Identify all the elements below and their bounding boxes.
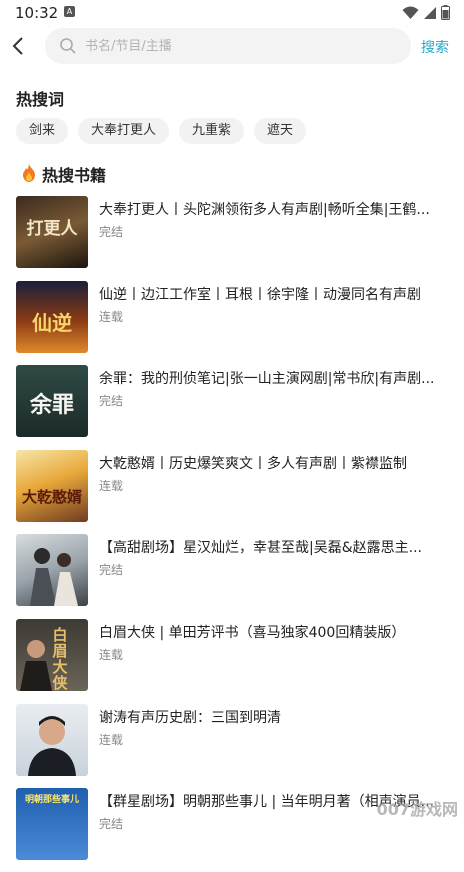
- list-item[interactable]: 白眉大侠 白眉大侠 | 单田芳评书（喜马独家400回精装版） 连载: [0, 619, 464, 703]
- book-cover: [16, 704, 88, 776]
- cover-portrait-icon: [28, 716, 76, 776]
- hot-word-chip[interactable]: 遮天: [254, 118, 307, 144]
- book-cover: 大乾憨婿: [16, 450, 88, 522]
- cover-figure-icon: [20, 640, 52, 691]
- list-item[interactable]: 仙逆 仙逆丨边江工作室丨耳根丨徐宇隆丨动漫同名有声剧 连载: [0, 281, 464, 365]
- cover-title: 余罪: [29, 392, 74, 418]
- status-time: 10:32: [15, 4, 59, 22]
- chevron-left-icon: [12, 37, 23, 55]
- status-bar: 10:32 A: [0, 0, 464, 26]
- search-icon: [60, 38, 76, 54]
- cover-title: 打更人: [26, 219, 78, 239]
- list-item[interactable]: 大乾憨婿 大乾憨婿丨历史爆笑爽文丨多人有声剧丨紫襟监制 连载: [0, 450, 464, 534]
- book-title: 大乾憨婿丨历史爆笑爽文丨多人有声剧丨紫襟监制: [99, 456, 407, 472]
- hot-words-list: 剑来 大奉打更人 九重紫 遮天: [16, 118, 307, 144]
- book-status: 连载: [99, 479, 124, 493]
- book-status: 完结: [99, 225, 124, 239]
- hot-words-title: 热搜词: [16, 90, 65, 109]
- book-title: 余罪：我的刑侦笔记|张一山主演网剧|常书欣|有声剧...: [99, 371, 435, 387]
- book-status: 完结: [99, 394, 124, 408]
- hot-word-chip[interactable]: 大奉打更人: [78, 118, 170, 144]
- hot-books-title: 热搜书籍: [42, 166, 107, 185]
- book-status: 连载: [99, 648, 124, 662]
- book-status: 完结: [99, 563, 124, 577]
- notification-icon: A: [64, 6, 75, 17]
- battery-icon: [441, 5, 450, 20]
- book-status: 连载: [99, 310, 124, 324]
- book-title: 仙逆丨边江工作室丨耳根丨徐宇隆丨动漫同名有声剧: [99, 287, 421, 303]
- flame-icon: [23, 164, 35, 182]
- list-item[interactable]: 余罪 余罪：我的刑侦笔记|张一山主演网剧|常书欣|有声剧... 完结: [0, 365, 464, 449]
- cover-figure-icon: [30, 548, 78, 606]
- book-title: 大奉打更人丨头陀渊领衔多人有声剧|畅听全集|王鹤...: [99, 202, 430, 218]
- book-cover: 打更人: [16, 196, 88, 268]
- status-icons: [402, 5, 450, 20]
- search-input[interactable]: [85, 28, 395, 64]
- search-button[interactable]: 搜索: [421, 37, 449, 57]
- search-bar[interactable]: [45, 28, 411, 64]
- cover-title: 仙逆: [32, 311, 72, 335]
- book-title: 谢涛有声历史剧：三国到明清: [99, 710, 281, 726]
- wifi-icon: [402, 6, 419, 19]
- back-button[interactable]: [8, 35, 30, 57]
- hot-word-chip[interactable]: 剑来: [16, 118, 69, 144]
- list-item[interactable]: 【高甜剧场】星汉灿烂，幸甚至哉|吴磊&赵露思主... 完结: [0, 534, 464, 618]
- book-title: 【高甜剧场】星汉灿烂，幸甚至哉|吴磊&赵露思主...: [99, 540, 422, 556]
- book-cover: 白眉大侠: [16, 619, 88, 691]
- list-item[interactable]: 谢涛有声历史剧：三国到明清 连载: [0, 704, 464, 788]
- book-cover: 余罪: [16, 365, 88, 437]
- book-status: 连载: [99, 733, 124, 747]
- cover-title: 大乾憨婿: [21, 488, 82, 506]
- book-cover: 仙逆: [16, 281, 88, 353]
- hot-word-chip[interactable]: 九重紫: [179, 118, 245, 144]
- list-item[interactable]: 打更人 大奉打更人丨头陀渊领衔多人有声剧|畅听全集|王鹤... 完结: [0, 196, 464, 280]
- watermark: 007游戏网: [376, 800, 458, 819]
- cover-title: 明朝那些事儿: [24, 795, 79, 805]
- book-title: 白眉大侠 | 单田芳评书（喜马独家400回精装版）: [99, 625, 406, 641]
- book-cover: 明朝那些事儿: [16, 788, 88, 860]
- signal-icon: [424, 6, 436, 19]
- book-cover: [16, 534, 88, 606]
